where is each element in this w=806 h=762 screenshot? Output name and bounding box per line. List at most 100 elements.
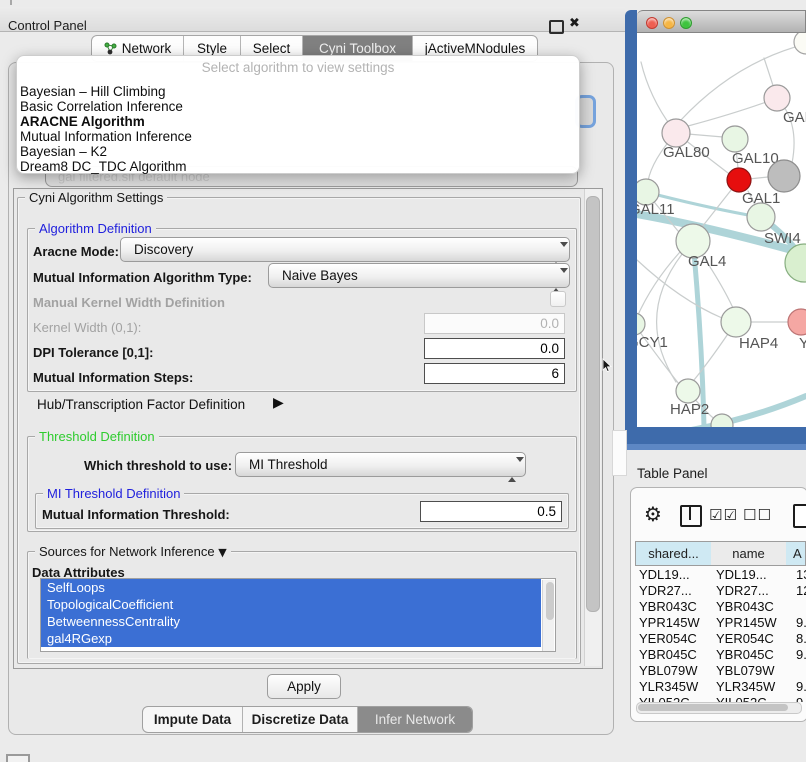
algorithm-option[interactable]: Bayesian – Hill Climbing: [20, 84, 166, 99]
network-node-label: GAL4: [688, 253, 726, 270]
network-window-titlebar[interactable]: [637, 10, 806, 33]
aracne-mode-label: Aracne Mode:: [33, 244, 119, 259]
cell: YLR345W: [639, 679, 711, 694]
attribute-item[interactable]: BetweennessCentrality: [41, 613, 541, 630]
settings-scrollbar-thumb[interactable]: [586, 196, 600, 612]
tab-impute-data[interactable]: Impute Data: [143, 707, 243, 732]
panel-icon-partial[interactable]: [793, 504, 806, 528]
checked-columns-icon[interactable]: ☑☑: [709, 506, 738, 524]
cell: YER054C: [716, 631, 788, 646]
collapse-arrow-icon[interactable]: ▼: [218, 546, 226, 559]
network-node-label: GAL: [783, 109, 806, 126]
attribute-item[interactable]: gal4RGexp: [41, 630, 541, 647]
algorithm-option[interactable]: Mutual Information Inference: [20, 129, 192, 144]
mi-algorithm-type-select[interactable]: Naive Bayes: [268, 263, 570, 288]
attribute-item[interactable]: TopologicalCoefficient: [41, 596, 541, 613]
mouse-cursor: [601, 358, 615, 374]
network-node-label: GAL11: [637, 201, 675, 218]
minimize-traffic-icon[interactable]: [663, 17, 675, 29]
table-hscrollbar-thumb[interactable]: [638, 704, 788, 711]
network-canvas-svg: GALGAL80GAL10GAL1GAL11SWI4GAL4GCY1HAP4YH…: [637, 33, 806, 427]
apply-button[interactable]: Apply: [267, 674, 341, 699]
dock-panel-icon[interactable]: [6, 754, 30, 762]
column-header-shared[interactable]: shared...: [635, 541, 712, 566]
kernel-width-input[interactable]: [424, 313, 565, 334]
table-row[interactable]: YDR27...YDR27...12: [635, 583, 806, 600]
network-node-GAL80[interactable]: [662, 119, 690, 147]
network-node-label: HAP4: [739, 335, 778, 352]
network-node[interactable]: [794, 33, 806, 54]
gear-icon[interactable]: ⚙: [644, 502, 662, 526]
close-traffic-icon[interactable]: [646, 17, 658, 29]
network-edge[interactable]: [637, 324, 679, 384]
manual-kernel-width-checkbox[interactable]: [550, 291, 566, 307]
network-node-HAP2[interactable]: [676, 379, 700, 403]
table-row[interactable]: YER054CYER054C8.: [635, 631, 806, 648]
network-node-Y[interactable]: [788, 309, 806, 335]
network-icon: [104, 42, 117, 56]
table-row[interactable]: YPR145WYPR145W9.: [635, 615, 806, 632]
table-row[interactable]: YBR043CYBR043C: [635, 599, 806, 616]
unchecked-columns-icon[interactable]: ☐☐: [743, 506, 772, 524]
network-node-GCY1[interactable]: [637, 313, 645, 335]
mi-steps-input[interactable]: [424, 363, 565, 384]
algorithm-option-selected[interactable]: ARACNE Algorithm: [20, 114, 145, 129]
cell: YIL052C: [639, 695, 711, 702]
tab-label: jActiveMNodules: [425, 41, 526, 56]
which-threshold-label: Which threshold to use:: [84, 458, 232, 473]
network-node-label: Y: [799, 335, 806, 352]
table-body: YDL19...YDL19...13 YDR27...YDR27...12 YB…: [630, 566, 806, 702]
network-canvas[interactable]: GALGAL80GAL10GAL1GAL11SWI4GAL4GCY1HAP4YH…: [637, 33, 806, 427]
top-edge-mark: [10, 0, 12, 5]
tab-label: Network: [122, 41, 172, 56]
tab-discretize-data[interactable]: Discretize Data: [243, 707, 358, 732]
network-node-GAL[interactable]: [764, 85, 790, 111]
algorithm-option[interactable]: Basic Correlation Inference: [20, 99, 183, 114]
attribute-item[interactable]: SelfLoops: [41, 579, 541, 596]
table-row[interactable]: YBR045CYBR045C9.: [635, 647, 806, 664]
expand-arrow-icon[interactable]: ▶: [273, 395, 284, 411]
manual-kernel-width-label: Manual Kernel Width Definition: [33, 295, 225, 310]
network-node-SWI4[interactable]: [747, 203, 775, 231]
network-node-label: GAL10: [732, 150, 779, 167]
which-threshold-select[interactable]: MI Threshold: [235, 452, 526, 477]
algorithm-popup: Select algorithm to view settings Bayesi…: [16, 55, 580, 174]
hub-definition-label[interactable]: Hub/Transcription Factor Definition: [37, 397, 245, 412]
network-node-label: SWI4: [764, 230, 801, 247]
table-row[interactable]: YIL052CYIL052C9: [635, 695, 806, 702]
algorithm-option[interactable]: Bayesian – K2: [20, 144, 107, 159]
network-node[interactable]: [768, 160, 800, 192]
mi-threshold-input[interactable]: [420, 501, 562, 522]
algorithm-option[interactable]: Dream8 DC_TDC Algorithm: [20, 159, 187, 174]
network-node-GAL10[interactable]: [722, 126, 748, 152]
network-edge[interactable]: [637, 252, 680, 324]
split-columns-icon[interactable]: [680, 505, 702, 527]
table-row[interactable]: YDL19...YDL19...13: [635, 567, 806, 584]
attributes-scrollbar-thumb[interactable]: [546, 582, 554, 620]
tab-label: Discretize Data: [252, 712, 349, 727]
network-node-label: GAL80: [663, 144, 710, 161]
column-header-name[interactable]: name: [711, 541, 787, 566]
zoom-traffic-icon[interactable]: [680, 17, 692, 29]
cell: 9.: [796, 615, 806, 630]
control-panel-title: Control Panel: [8, 18, 87, 33]
network-node-HAP4[interactable]: [721, 307, 751, 337]
apply-button-label: Apply: [287, 679, 321, 694]
cell: YER054C: [639, 631, 711, 646]
dpi-tolerance-input[interactable]: [424, 338, 565, 359]
aracne-mode-select[interactable]: Discovery: [120, 237, 570, 262]
close-icon[interactable]: ✖: [569, 16, 580, 31]
network-edge[interactable]: [688, 98, 777, 126]
float-window-icon[interactable]: [549, 20, 564, 34]
column-header-partial[interactable]: A: [786, 541, 806, 566]
kernel-width-label: Kernel Width (0,1):: [33, 320, 141, 335]
tab-infer-network[interactable]: Infer Network: [358, 707, 472, 732]
cyni-algorithm-settings-title: Cyni Algorithm Settings: [25, 190, 167, 205]
network-node[interactable]: [711, 414, 733, 427]
table-row[interactable]: YLR345WYLR345W9.: [635, 679, 806, 696]
cell: YBR043C: [639, 599, 711, 614]
dpi-tolerance-label: DPI Tolerance [0,1]:: [33, 345, 153, 360]
table-row[interactable]: YBL079WYBL079W: [635, 663, 806, 680]
network-node-GAL1[interactable]: [727, 168, 751, 192]
data-attributes-list[interactable]: SelfLoops TopologicalCoefficient Between…: [40, 578, 556, 652]
